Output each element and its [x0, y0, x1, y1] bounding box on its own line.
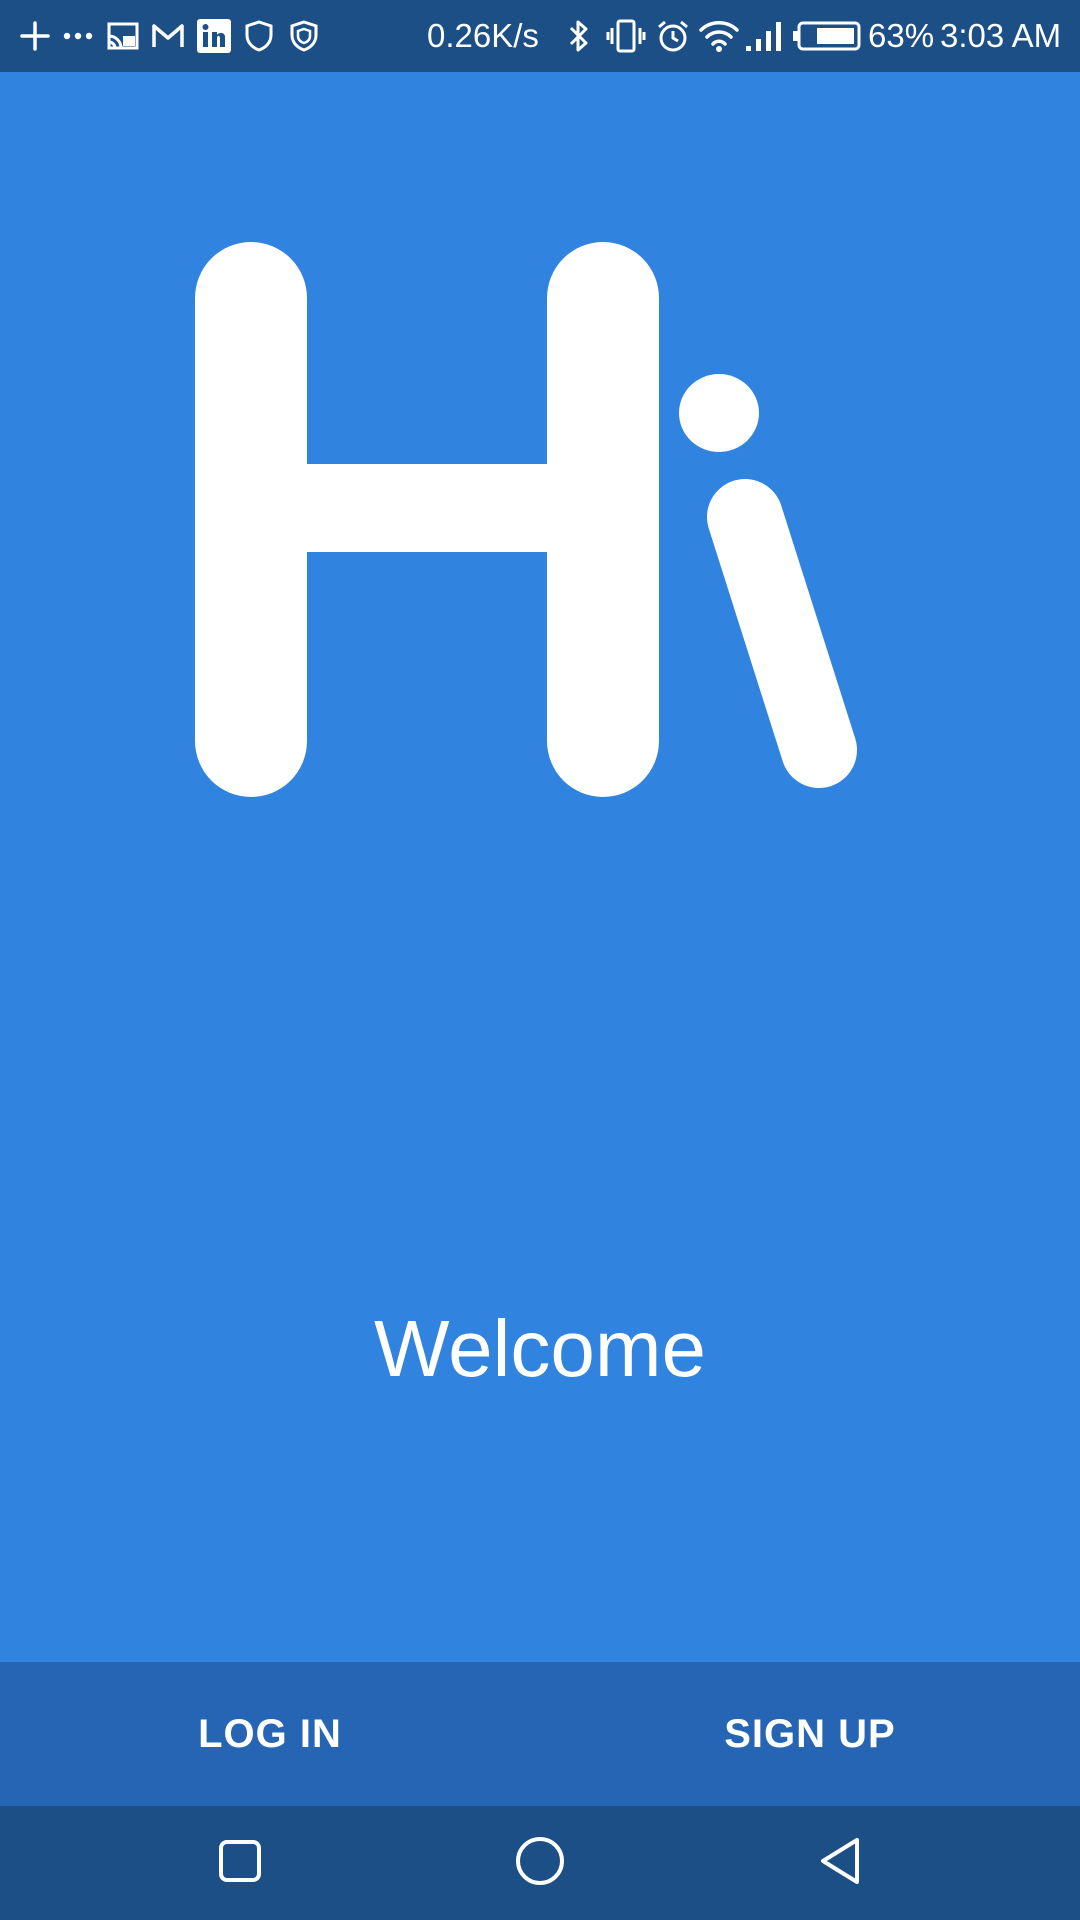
- wifi-icon: [699, 0, 739, 72]
- hi-logo: [195, 242, 875, 812]
- shield-check-icon: [288, 0, 320, 72]
- status-bar: 0.26K/s 63% 3:03 AM: [0, 0, 1080, 72]
- shield-icon: [243, 0, 275, 72]
- clock: 3:03 AM: [940, 17, 1062, 54]
- more-dots-icon: [62, 0, 94, 72]
- back-icon: [817, 1836, 863, 1891]
- alarm-icon: [655, 0, 691, 72]
- battery-percent: 63%: [868, 17, 935, 54]
- signal-icon: [743, 0, 787, 72]
- cast-icon: [106, 0, 140, 72]
- back-button[interactable]: [760, 1806, 920, 1920]
- bluetooth-icon: [564, 0, 594, 72]
- gmail-icon: [150, 0, 186, 72]
- home-button[interactable]: [460, 1806, 620, 1920]
- linkedin-icon: [196, 0, 232, 72]
- login-button[interactable]: LOG IN: [0, 1662, 540, 1806]
- recents-button[interactable]: [160, 1806, 320, 1920]
- recents-icon: [218, 1839, 262, 1888]
- battery-icon: [792, 0, 862, 72]
- network-speed: 0.26K/s: [427, 17, 539, 54]
- plus-icon: [18, 0, 52, 72]
- vibrate-icon: [606, 0, 646, 72]
- signup-button[interactable]: SIGN UP: [540, 1662, 1080, 1806]
- welcome-text: Welcome: [374, 1304, 706, 1393]
- welcome-screen: Welcome: [0, 72, 1080, 1686]
- home-icon: [515, 1836, 565, 1891]
- system-nav-bar: [0, 1806, 1080, 1920]
- auth-action-bar: LOG IN SIGN UP: [0, 1662, 1080, 1806]
